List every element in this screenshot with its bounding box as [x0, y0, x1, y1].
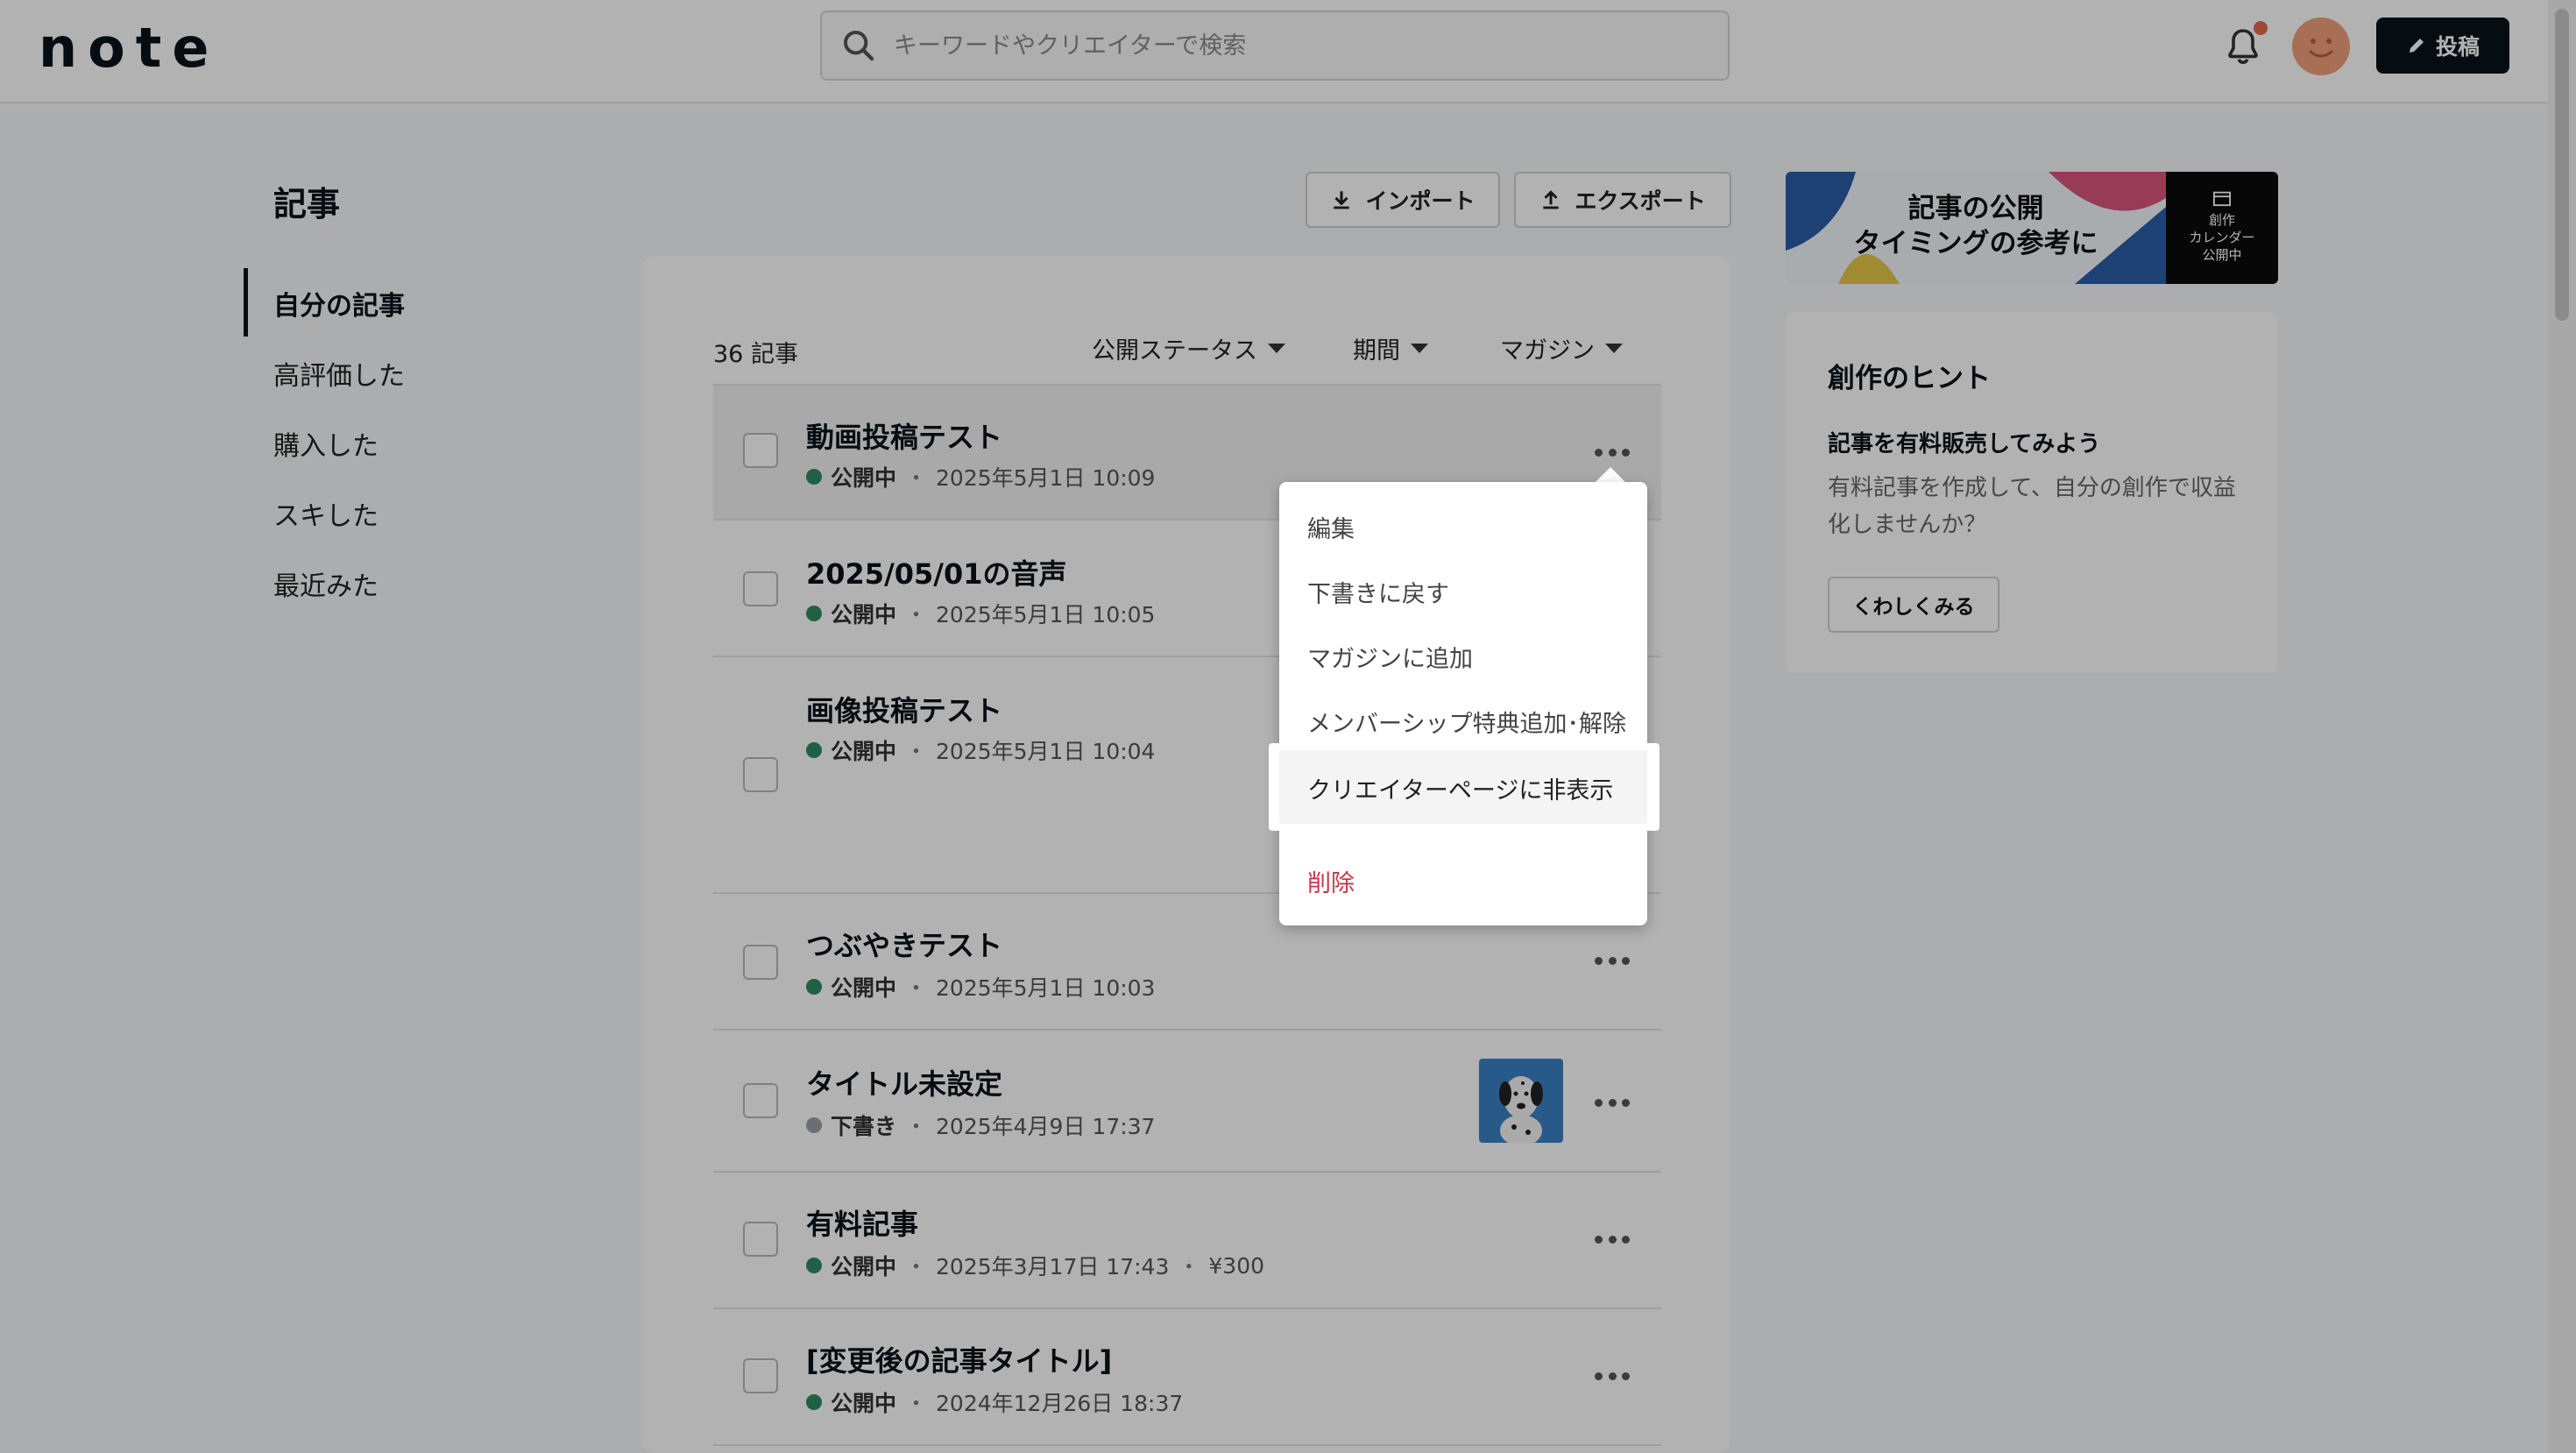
article-options-menu: 編集 下書きに戻す マガジンに追加 メンバーシップ特典追加･解除 削除	[1279, 482, 1647, 925]
menu-item-hide-creator-page-label: クリエイターページに非表示	[1307, 777, 1614, 804]
menu-item-edit[interactable]: 編集	[1307, 510, 1355, 544]
menu-item-delete[interactable]: 削除	[1307, 864, 1355, 898]
menu-item-revert-draft[interactable]: 下書きに戻す	[1307, 575, 1449, 609]
menu-item-membership[interactable]: メンバーシップ特典追加･解除	[1307, 705, 1626, 739]
menu-item-add-magazine[interactable]: マガジンに追加	[1307, 640, 1473, 674]
